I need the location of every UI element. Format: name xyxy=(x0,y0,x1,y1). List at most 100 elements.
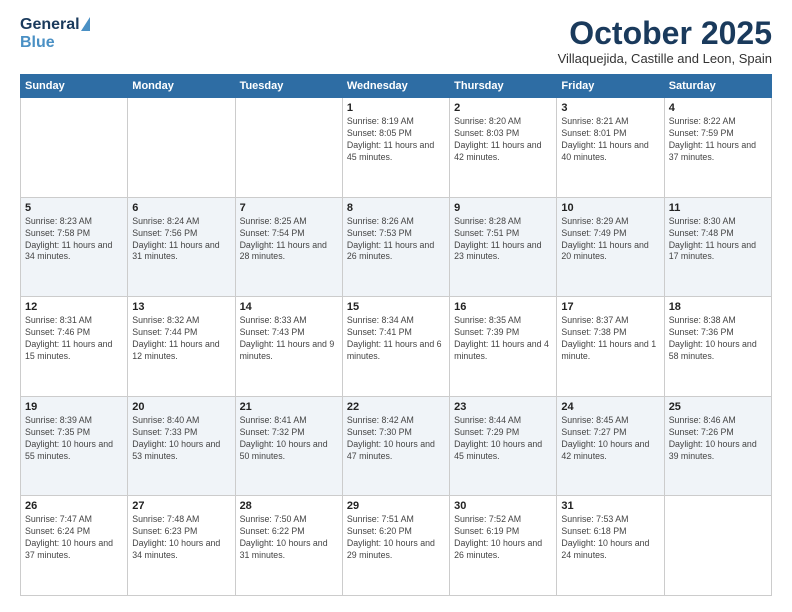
calendar-cell: 1Sunrise: 8:19 AM Sunset: 8:05 PM Daylig… xyxy=(342,98,449,198)
calendar-cell: 4 Sunrise: 8:22 AM Sunset: 7:59 PM Daylig… xyxy=(664,98,771,198)
calendar-cell: 22 Sunrise: 8:42 AM Sunset: 7:30 PM Dayli… xyxy=(342,396,449,496)
calendar-week-row: 1Sunrise: 8:19 AM Sunset: 8:05 PM Daylig… xyxy=(21,98,772,198)
day-info: Sunrise: 8:20 AM Sunset: 8:03 PM Dayligh… xyxy=(454,116,552,164)
calendar-cell: 31 Sunrise: 7:53 AM Sunset: 6:18 PM Dayli… xyxy=(557,496,664,596)
day-info: Sunrise: 8:19 AM Sunset: 8:05 PM Dayligh… xyxy=(347,116,445,164)
calendar-cell: 29Sunrise: 7:51 AM Sunset: 6:20 PM Dayli… xyxy=(342,496,449,596)
day-info: Sunrise: 8:24 AM Sunset: 7:56 PM Dayligh… xyxy=(132,216,230,264)
calendar-day-header: Sunday xyxy=(21,75,128,98)
logo-general-text: General xyxy=(20,16,80,34)
day-info: Sunrise: 8:28 AM Sunset: 7:51 PM Dayligh… xyxy=(454,216,552,264)
calendar-week-row: 26 Sunrise: 7:47 AM Sunset: 6:24 PM Dayli… xyxy=(21,496,772,596)
day-number: 13 xyxy=(132,301,230,313)
day-info: Sunrise: 8:23 AM Sunset: 7:58 PM Dayligh… xyxy=(25,216,123,264)
day-number: 26 xyxy=(25,500,123,512)
logo-blue-text: Blue xyxy=(20,34,55,52)
day-number: 30 xyxy=(454,500,552,512)
calendar-cell: 30 Sunrise: 7:52 AM Sunset: 6:19 PM Dayli… xyxy=(450,496,557,596)
day-info: Sunrise: 8:31 AM Sunset: 7:46 PM Dayligh… xyxy=(25,315,123,363)
day-info: Sunrise: 8:30 AM Sunset: 7:48 PM Dayligh… xyxy=(669,216,767,264)
day-info: Sunrise: 8:25 AM Sunset: 7:54 PM Dayligh… xyxy=(240,216,338,264)
day-info: Sunrise: 8:34 AM Sunset: 7:41 PM Dayligh… xyxy=(347,315,445,363)
day-info: Sunrise: 8:44 AM Sunset: 7:29 PM Dayligh… xyxy=(454,415,552,463)
day-info: Sunrise: 8:22 AM Sunset: 7:59 PM Dayligh… xyxy=(669,116,767,164)
month-title: October 2025 xyxy=(558,16,772,51)
day-number: 31 xyxy=(561,500,659,512)
day-info: Sunrise: 8:32 AM Sunset: 7:44 PM Dayligh… xyxy=(132,315,230,363)
day-number: 21 xyxy=(240,401,338,413)
calendar-cell: 5 Sunrise: 8:23 AM Sunset: 7:58 PM Daylig… xyxy=(21,197,128,297)
day-number: 10 xyxy=(561,202,659,214)
day-info: Sunrise: 8:46 AM Sunset: 7:26 PM Dayligh… xyxy=(669,415,767,463)
calendar-header-row: SundayMondayTuesdayWednesdayThursdayFrid… xyxy=(21,75,772,98)
logo: General Blue xyxy=(20,16,90,52)
day-number: 2 xyxy=(454,102,552,114)
day-info: Sunrise: 8:29 AM Sunset: 7:49 PM Dayligh… xyxy=(561,216,659,264)
day-number: 3 xyxy=(561,102,659,114)
day-info: Sunrise: 8:40 AM Sunset: 7:33 PM Dayligh… xyxy=(132,415,230,463)
calendar-cell xyxy=(128,98,235,198)
day-number: 14 xyxy=(240,301,338,313)
calendar-cell: 3 Sunrise: 8:21 AM Sunset: 8:01 PM Daylig… xyxy=(557,98,664,198)
day-number: 9 xyxy=(454,202,552,214)
day-info: Sunrise: 8:38 AM Sunset: 7:36 PM Dayligh… xyxy=(669,315,767,363)
calendar-cell: 21 Sunrise: 8:41 AM Sunset: 7:32 PM Dayli… xyxy=(235,396,342,496)
day-number: 22 xyxy=(347,401,445,413)
calendar-cell: 2 Sunrise: 8:20 AM Sunset: 8:03 PM Daylig… xyxy=(450,98,557,198)
calendar-cell: 14 Sunrise: 8:33 AM Sunset: 7:43 PM Dayli… xyxy=(235,297,342,397)
page: General Blue October 2025 Villaquejida, … xyxy=(0,0,792,612)
calendar-cell: 6Sunrise: 8:24 AM Sunset: 7:56 PM Daylig… xyxy=(128,197,235,297)
calendar-cell: 8 Sunrise: 8:26 AM Sunset: 7:53 PM Daylig… xyxy=(342,197,449,297)
day-number: 12 xyxy=(25,301,123,313)
day-info: Sunrise: 8:35 AM Sunset: 7:39 PM Dayligh… xyxy=(454,315,552,363)
calendar-cell: 9 Sunrise: 8:28 AM Sunset: 7:51 PM Daylig… xyxy=(450,197,557,297)
day-info: Sunrise: 7:50 AM Sunset: 6:22 PM Dayligh… xyxy=(240,514,338,562)
day-info: Sunrise: 7:48 AM Sunset: 6:23 PM Dayligh… xyxy=(132,514,230,562)
calendar-cell: 7 Sunrise: 8:25 AM Sunset: 7:54 PM Daylig… xyxy=(235,197,342,297)
calendar-cell: 11Sunrise: 8:30 AM Sunset: 7:48 PM Dayli… xyxy=(664,197,771,297)
calendar-cell: 15Sunrise: 8:34 AM Sunset: 7:41 PM Dayli… xyxy=(342,297,449,397)
calendar-cell: 19Sunrise: 8:39 AM Sunset: 7:35 PM Dayli… xyxy=(21,396,128,496)
calendar-cell: 16Sunrise: 8:35 AM Sunset: 7:39 PM Dayli… xyxy=(450,297,557,397)
calendar-week-row: 12 Sunrise: 8:31 AM Sunset: 7:46 PM Dayli… xyxy=(21,297,772,397)
day-number: 23 xyxy=(454,401,552,413)
day-number: 25 xyxy=(669,401,767,413)
calendar-day-header: Thursday xyxy=(450,75,557,98)
calendar-table: SundayMondayTuesdayWednesdayThursdayFrid… xyxy=(20,74,772,596)
day-info: Sunrise: 8:42 AM Sunset: 7:30 PM Dayligh… xyxy=(347,415,445,463)
day-number: 4 xyxy=(669,102,767,114)
day-number: 17 xyxy=(561,301,659,313)
day-info: Sunrise: 7:47 AM Sunset: 6:24 PM Dayligh… xyxy=(25,514,123,562)
day-number: 20 xyxy=(132,401,230,413)
calendar-cell: 17 Sunrise: 8:37 AM Sunset: 7:38 PM Dayli… xyxy=(557,297,664,397)
day-info: Sunrise: 8:41 AM Sunset: 7:32 PM Dayligh… xyxy=(240,415,338,463)
calendar-week-row: 5 Sunrise: 8:23 AM Sunset: 7:58 PM Daylig… xyxy=(21,197,772,297)
day-number: 27 xyxy=(132,500,230,512)
day-number: 19 xyxy=(25,401,123,413)
calendar-day-header: Saturday xyxy=(664,75,771,98)
day-info: Sunrise: 8:26 AM Sunset: 7:53 PM Dayligh… xyxy=(347,216,445,264)
calendar-day-header: Tuesday xyxy=(235,75,342,98)
calendar-cell: 25 Sunrise: 8:46 AM Sunset: 7:26 PM Dayli… xyxy=(664,396,771,496)
calendar-day-header: Friday xyxy=(557,75,664,98)
day-info: Sunrise: 7:52 AM Sunset: 6:19 PM Dayligh… xyxy=(454,514,552,562)
day-number: 29 xyxy=(347,500,445,512)
day-info: Sunrise: 7:53 AM Sunset: 6:18 PM Dayligh… xyxy=(561,514,659,562)
calendar-cell: 20 Sunrise: 8:40 AM Sunset: 7:33 PM Dayli… xyxy=(128,396,235,496)
calendar-cell: 13 Sunrise: 8:32 AM Sunset: 7:44 PM Dayli… xyxy=(128,297,235,397)
day-info: Sunrise: 8:45 AM Sunset: 7:27 PM Dayligh… xyxy=(561,415,659,463)
calendar-cell: 24Sunrise: 8:45 AM Sunset: 7:27 PM Dayli… xyxy=(557,396,664,496)
day-info: Sunrise: 8:21 AM Sunset: 8:01 PM Dayligh… xyxy=(561,116,659,164)
calendar-cell: 28Sunrise: 7:50 AM Sunset: 6:22 PM Dayli… xyxy=(235,496,342,596)
day-info: Sunrise: 8:33 AM Sunset: 7:43 PM Dayligh… xyxy=(240,315,338,363)
calendar-cell: 26 Sunrise: 7:47 AM Sunset: 6:24 PM Dayli… xyxy=(21,496,128,596)
day-number: 7 xyxy=(240,202,338,214)
calendar-cell: 18Sunrise: 8:38 AM Sunset: 7:36 PM Dayli… xyxy=(664,297,771,397)
calendar-cell: 23 Sunrise: 8:44 AM Sunset: 7:29 PM Dayli… xyxy=(450,396,557,496)
calendar-day-header: Monday xyxy=(128,75,235,98)
day-number: 5 xyxy=(25,202,123,214)
day-number: 8 xyxy=(347,202,445,214)
calendar-cell xyxy=(664,496,771,596)
header: General Blue October 2025 Villaquejida, … xyxy=(20,16,772,66)
day-info: Sunrise: 8:37 AM Sunset: 7:38 PM Dayligh… xyxy=(561,315,659,363)
